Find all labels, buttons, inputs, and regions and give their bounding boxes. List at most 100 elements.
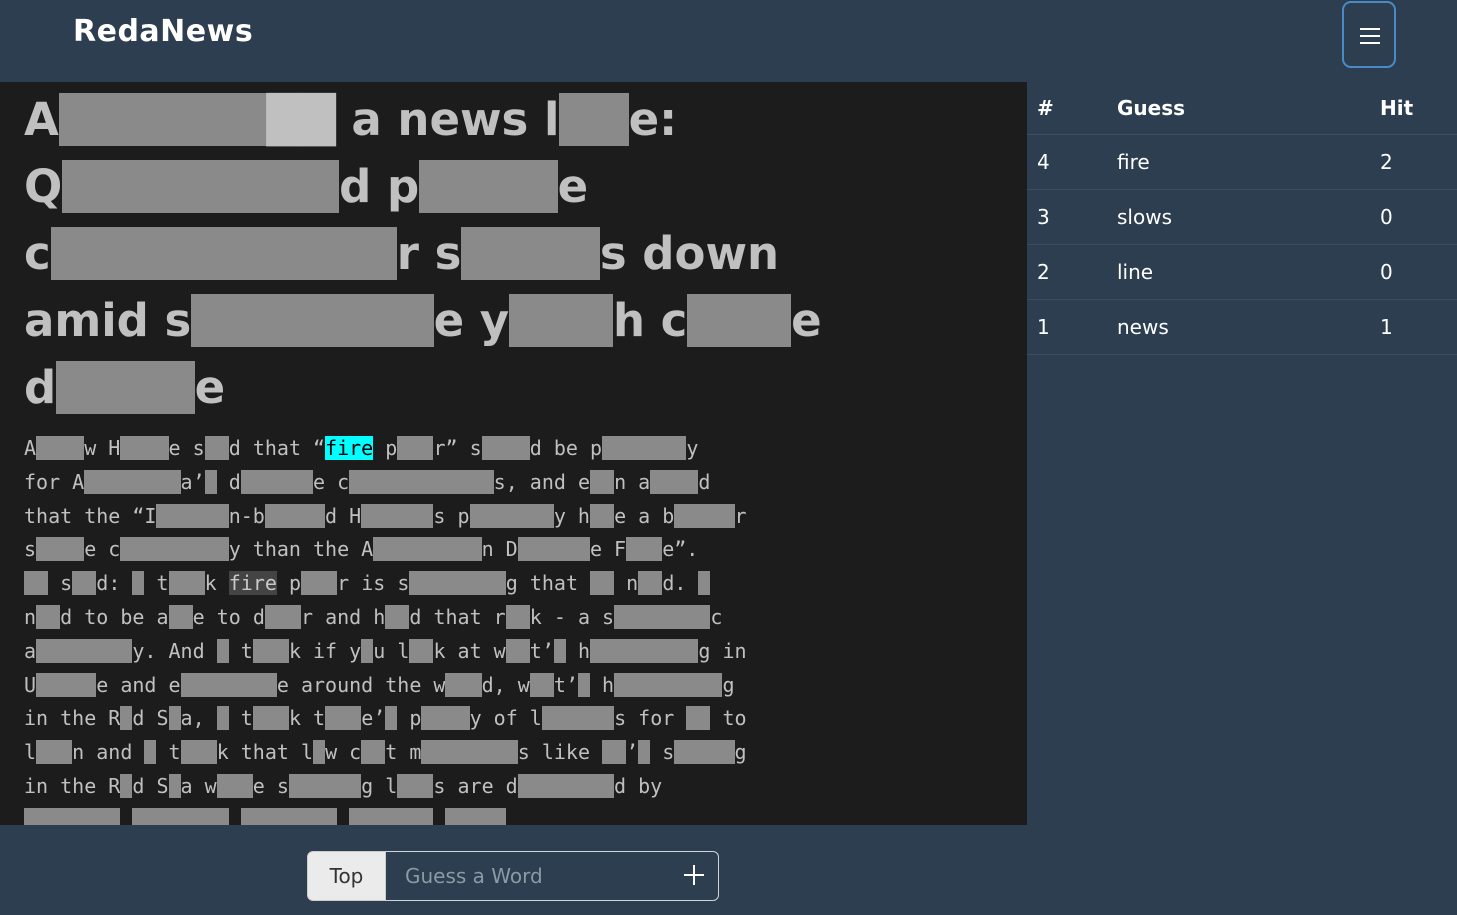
table-row[interactable]: 3 slows 0	[1027, 189, 1457, 245]
revealed-text: e”.	[662, 537, 699, 562]
revealed-text: e s	[252, 773, 289, 798]
revealed-text: e s	[168, 436, 205, 460]
revealed-text: h	[590, 672, 615, 697]
revealed-text: r	[734, 503, 747, 528]
revealed-text: d H	[325, 503, 362, 528]
revealed-text: d p	[339, 160, 420, 213]
revealed-text: n and	[72, 740, 145, 765]
guess-number: 4	[1027, 134, 1116, 190]
revealed-text	[433, 808, 445, 825]
revealed-text: n	[24, 604, 37, 629]
revealed-text: g l	[361, 773, 398, 798]
redacted-word: ████	[36, 436, 85, 460]
revealed-text: t	[144, 571, 169, 596]
redacted-word: ██	[505, 604, 530, 629]
revealed-text: a,	[180, 706, 217, 731]
redacted-word: ████████	[62, 160, 340, 213]
redacted-word: ███	[397, 436, 434, 460]
redacted-word: ███	[168, 571, 205, 596]
revealed-text: r” s	[433, 436, 482, 460]
guess-number: 3	[1027, 189, 1116, 245]
redacted-word: ████████	[614, 604, 711, 629]
revealed-text: p	[373, 436, 398, 460]
revealed-text: s	[650, 740, 675, 765]
revealed-text: amid s	[24, 294, 192, 347]
redacted-word: ████████	[421, 740, 518, 765]
redacted-word: █████	[36, 672, 97, 697]
header-number: #	[1027, 82, 1116, 135]
revealed-text: r s	[396, 227, 462, 280]
table-row[interactable]: 2 line 0	[1027, 244, 1457, 300]
revealed-text: y than the A	[228, 537, 374, 562]
redacted-word: ███	[252, 638, 289, 663]
revealed-text: a w	[180, 773, 217, 798]
redacted-word: ████████	[517, 773, 615, 798]
redacted-word: █	[132, 571, 145, 596]
redacted-word: ██	[505, 638, 530, 663]
header-hit: Hit	[1379, 82, 1457, 135]
guess-hits: 0	[1379, 244, 1457, 300]
revealed-text: r and h	[300, 604, 386, 629]
guess-input[interactable]	[386, 851, 719, 901]
revealed-text: t	[228, 706, 253, 731]
revealed-text: t’	[529, 638, 554, 663]
revealed-text: d that “	[228, 436, 326, 460]
revealed-text: n	[614, 571, 639, 596]
redacted-word: ███	[301, 571, 338, 596]
revealed-text: s like	[517, 740, 603, 765]
revealed-text: s are d	[433, 773, 518, 798]
redacted-word: ████████████	[349, 469, 494, 494]
top-button[interactable]: Top	[307, 851, 386, 901]
revealed-text: a news l	[335, 93, 560, 146]
redacted-word: █████	[674, 740, 735, 765]
redacted-word: ██████	[517, 537, 590, 562]
redacted-word: ██████	[361, 503, 434, 528]
redacted-word: █	[553, 638, 566, 663]
redacted-word: ██	[602, 740, 627, 765]
revealed-text: d that r	[409, 604, 506, 629]
revealed-text: e	[557, 160, 589, 213]
table-row[interactable]: 4 fire 2	[1027, 134, 1457, 190]
redacted-word: ████████	[409, 571, 506, 596]
redacted-word: ██████	[58, 93, 267, 146]
revealed-text: w H	[84, 436, 121, 460]
redacted-word: ███	[687, 294, 792, 347]
redacted-word: ██████	[240, 469, 314, 494]
revealed-text: e c	[84, 537, 121, 562]
revealed-text: U	[24, 672, 37, 697]
revealed-text: k at w	[433, 638, 506, 663]
table-row[interactable]: 1 news 1	[1027, 299, 1457, 355]
revealed-text: e around the w	[276, 672, 446, 697]
plus-icon[interactable]	[684, 865, 704, 885]
guess-table: # Guess Hit 4 fire 2 3 slows 0 2 line 0	[1027, 82, 1457, 355]
menu-toggle-button[interactable]	[1342, 1, 1396, 68]
revealed-text: k	[204, 571, 229, 596]
redacted-word: ██	[590, 571, 615, 596]
redacted-word: ████	[461, 227, 600, 280]
brand-logo[interactable]: RedaNews	[73, 14, 253, 49]
redacted-word: █	[120, 773, 133, 798]
revealed-text: ’	[626, 740, 639, 765]
redacted-word: ███████	[191, 294, 434, 347]
redacted-word: ████	[650, 469, 699, 494]
revealed-text	[337, 808, 349, 825]
revealed-text: g	[734, 740, 747, 765]
redacted-word: ██	[36, 604, 61, 629]
redacted-word: █	[216, 706, 229, 731]
redacted-word: ███	[216, 773, 253, 798]
revealed-text: d S	[132, 706, 169, 731]
revealed-text: a’	[180, 469, 205, 494]
guess-word: slows	[1116, 189, 1379, 245]
revealed-text	[229, 808, 241, 825]
redacted-word: █	[577, 672, 590, 697]
revealed-text: y	[686, 436, 699, 460]
revealed-text: e c	[313, 469, 350, 494]
redacted-word: ██	[529, 672, 554, 697]
revealed-text: e	[194, 361, 226, 414]
header-guess: Guess	[1116, 82, 1379, 135]
revealed-text: y h	[553, 503, 590, 528]
revealed-text: Q	[24, 160, 63, 213]
redacted-word: ████	[419, 160, 558, 213]
revealed-text: y. And	[132, 638, 217, 663]
revealed-text: that the “I	[24, 503, 157, 528]
